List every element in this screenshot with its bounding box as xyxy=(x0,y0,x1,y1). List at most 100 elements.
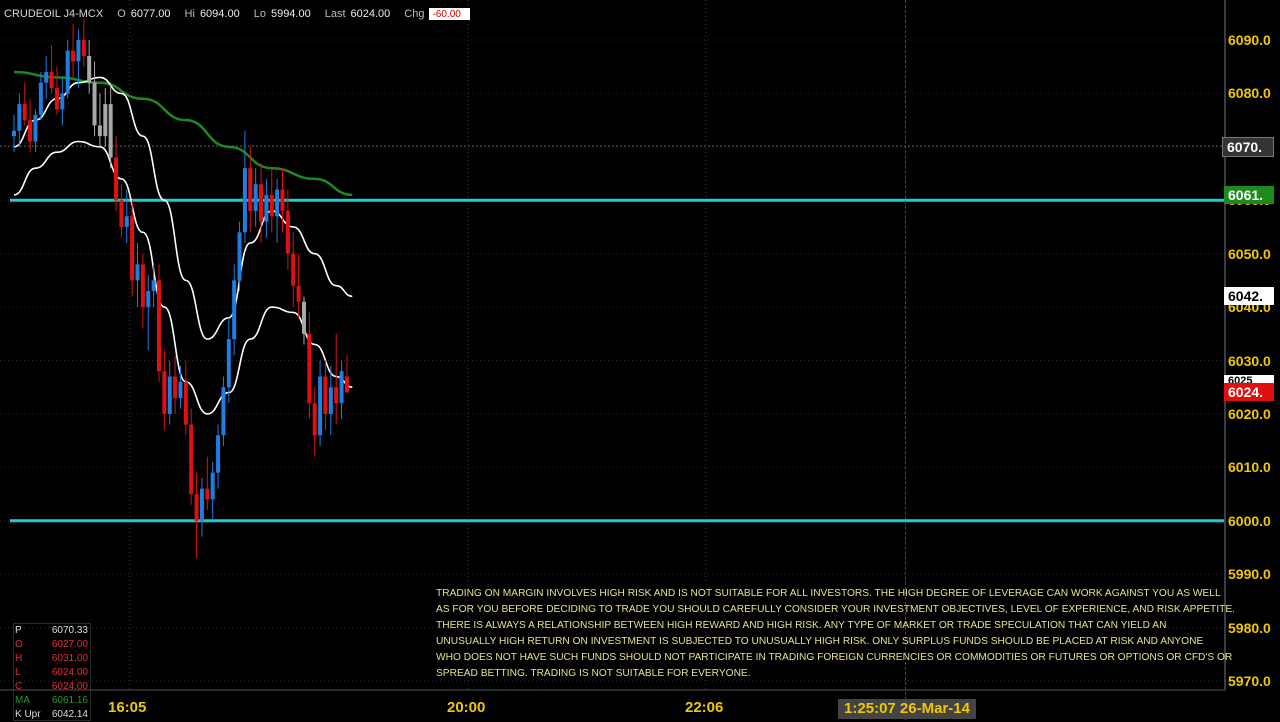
ohlc-value: 6027.00 xyxy=(51,639,88,650)
chart-window: CRUDEOIL J4-MCX O 6077.00 Hi 6094.00 Lo … xyxy=(0,0,1280,721)
open-label: O xyxy=(117,8,126,20)
disclaimer-line: TRADING ON MARGIN INVOLVES HIGH RISK AND… xyxy=(436,588,1221,599)
cursor-time-box: 1:25:07 26-Mar-14 xyxy=(838,699,976,719)
candle-body xyxy=(210,472,215,500)
candle-body xyxy=(135,264,140,281)
candle-body xyxy=(248,168,253,211)
ohlc-key: L xyxy=(15,667,21,678)
candle-body xyxy=(92,82,97,126)
candle-body xyxy=(285,210,290,254)
candle-body xyxy=(323,376,328,414)
ohlc-key: P xyxy=(15,625,22,636)
low-label: Lo xyxy=(253,8,266,20)
ohlc-row: H 6031.00 xyxy=(14,652,90,666)
ohlc-key: C xyxy=(15,681,23,692)
ohlc-row: L 6024.00 xyxy=(14,666,90,680)
candle-body xyxy=(65,50,70,94)
ohlc-value: 6061.16 xyxy=(51,695,88,706)
chg-label: Chg xyxy=(404,8,425,20)
candle-body xyxy=(334,387,339,404)
candle-body xyxy=(33,114,38,142)
candle-body xyxy=(87,56,92,83)
chg-value: -60.00 xyxy=(432,9,461,20)
candle-body xyxy=(108,104,113,158)
ohlc-key: MA xyxy=(15,695,30,706)
price-tick-label: 6020.0 xyxy=(1228,405,1271,422)
candle-body xyxy=(194,494,199,521)
ohlc-row: P 6070.33 xyxy=(14,624,90,638)
candle-body xyxy=(253,184,258,211)
candle-body xyxy=(344,376,349,393)
price-tick-label: 6080.0 xyxy=(1228,85,1271,102)
candle-body xyxy=(178,381,183,398)
candle-body xyxy=(49,72,54,89)
ohlc-row: O 6027.00 xyxy=(14,638,90,652)
candle-body xyxy=(291,253,296,286)
high-label: Hi xyxy=(184,8,195,20)
candle-body xyxy=(226,339,231,388)
time-tick-label: 16:05 xyxy=(108,699,147,716)
candle-body xyxy=(280,189,285,211)
ohlc-value: 6024.00 xyxy=(51,667,88,678)
candle-body xyxy=(12,130,16,137)
candle-body xyxy=(38,82,43,115)
candle-body xyxy=(22,104,27,121)
candle-body xyxy=(199,488,204,521)
candle-body xyxy=(44,72,49,83)
candle-body xyxy=(81,40,86,57)
price-tick-label: 6050.0 xyxy=(1228,245,1271,262)
candle-body xyxy=(307,333,312,404)
candle-body xyxy=(119,200,124,227)
candle-body xyxy=(275,189,280,217)
candle-body xyxy=(189,424,194,495)
ohlc-value: 6024.00 xyxy=(51,681,88,692)
candle-body xyxy=(183,381,188,425)
ohlc-key: O xyxy=(15,639,23,650)
candle-body xyxy=(173,376,178,398)
disclaimer-line: WHO DOES NOT HAVE SUCH FUNDS SHOULD NOT … xyxy=(436,652,1233,663)
high-value: 6094.00 xyxy=(199,8,240,20)
candle-body xyxy=(71,50,76,62)
candle-body xyxy=(242,168,247,233)
price-tick-label: 5970.0 xyxy=(1228,673,1271,689)
candle-body xyxy=(17,104,22,131)
last-value: 6024.00 xyxy=(350,8,391,20)
candle-body xyxy=(167,376,172,414)
candle-body xyxy=(151,280,156,292)
price-tick-label: 5990.0 xyxy=(1228,566,1271,583)
candle-body xyxy=(140,264,145,308)
cursor-price-tag: 6070. xyxy=(1222,137,1274,157)
candle-body xyxy=(221,387,226,436)
candle-body xyxy=(124,216,129,227)
candle-body xyxy=(339,371,344,404)
candle-body xyxy=(312,403,317,436)
candle-body xyxy=(205,488,210,500)
ohlc-row: C 6024.00 xyxy=(14,680,90,694)
time-tick-label: 22:06 xyxy=(685,699,724,716)
ohlc-value: 6031.00 xyxy=(51,653,88,664)
price-tick-label: 6000.0 xyxy=(1228,512,1271,529)
candle-body xyxy=(97,125,102,137)
ma-price-tag: 6061. xyxy=(1224,186,1274,204)
candle-body xyxy=(28,120,33,142)
ohlc-value: 6070.33 xyxy=(51,625,88,636)
disclaimer-line: AS FOR YOU BEFORE DECIDING TO TRADE YOU … xyxy=(436,604,1235,615)
candle-body xyxy=(296,285,301,302)
ohlc-row: MA 6061.16 xyxy=(14,694,90,708)
candle-body xyxy=(216,435,221,473)
ohlc-data-window: P 6070.33 O 6027.00 H 6031.00 L 6024.00 C 6024.00… xyxy=(13,623,91,721)
risk-disclaimer: TRADING ON MARGIN INVOLVES HIGH RISK AND… xyxy=(436,586,1235,682)
upper-band-price-tag: 6042. xyxy=(1224,287,1274,305)
candle-body xyxy=(269,194,274,217)
disclaimer-line: UNUSUALLY HIGH RETURN ON INVESTMENT IS S… xyxy=(436,636,1204,647)
time-tick-label: 20:00 xyxy=(447,699,486,716)
ohlc-key: H xyxy=(15,653,23,664)
disclaimer-line: THERE IS ALWAYS A RELATIONSHIP BETWEEN H… xyxy=(436,620,1167,631)
candle-body xyxy=(54,88,59,110)
candle-body xyxy=(60,93,65,110)
disclaimer-line: SPREAD BETTING. TRADING IS NOT SUITABLE … xyxy=(436,668,751,679)
candle-body xyxy=(237,232,242,281)
open-value: 6077.00 xyxy=(130,8,171,20)
candle-body xyxy=(162,371,167,414)
last-label: Last xyxy=(324,8,346,20)
